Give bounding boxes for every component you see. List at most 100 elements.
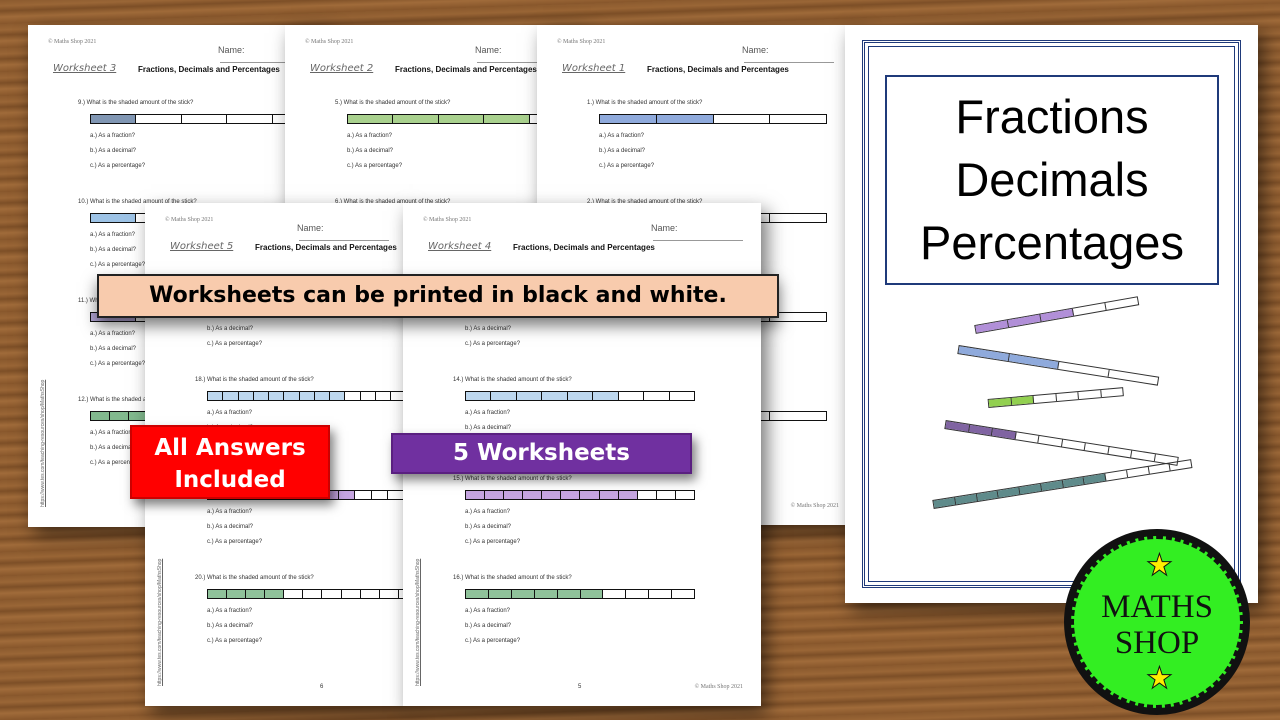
question: 1.) What is the shaded amount of the sti…: [587, 100, 827, 169]
sub-question: b.) As a decimal?: [465, 524, 512, 530]
stick-segment-shaded: [466, 590, 489, 598]
maths-shop-logo: ★ MATHS SHOP ★: [1064, 529, 1250, 715]
stick-segment: [649, 590, 673, 598]
question-text: 20.) What is the shaded amount of the st…: [195, 575, 314, 581]
stick-segment: [770, 115, 826, 123]
worksheet-title: Fractions, Decimals and Percentages: [395, 65, 537, 74]
question: 9.) What is the shaded amount of the sti…: [78, 100, 318, 169]
answers-line-2: Included: [174, 467, 286, 493]
stick-segment-shaded: [330, 392, 346, 400]
stick-segment-shaded: [557, 590, 581, 598]
stick-segment-shaded: [208, 392, 224, 400]
stick-segment-shaded: [1011, 396, 1035, 405]
stick-segment-shaded: [466, 392, 492, 400]
fraction-stick: [207, 589, 407, 599]
stick-segment-shaded: [265, 590, 285, 598]
stick-segment-shaded: [534, 590, 558, 598]
stick-segment: [1055, 392, 1079, 402]
stick-segment-shaded: [208, 590, 228, 598]
stick-segment: [388, 491, 405, 499]
stick-segment-shaded: [523, 491, 543, 499]
fraction-stick: [599, 114, 827, 124]
stick-segment-shaded: [238, 392, 254, 400]
worksheet-number: Worksheet 2: [310, 63, 374, 74]
worksheet-title: Fractions, Decimals and Percentages: [138, 65, 280, 74]
sub-question: a.) As a fraction?: [90, 133, 136, 139]
sub-question: b.) As a decimal?: [90, 148, 137, 154]
name-line: [744, 62, 834, 63]
stick-segment: [770, 214, 826, 222]
stick-segment-shaded: [580, 590, 604, 598]
sub-question: a.) As a fraction?: [207, 509, 253, 515]
stick-segment: [303, 590, 323, 598]
stick-segment-shaded: [338, 491, 356, 499]
stick-segment: [355, 491, 372, 499]
stick-segment-shaded: [223, 392, 239, 400]
stick-segment: [714, 115, 771, 123]
question: 16.) What is the shaded amount of the st…: [453, 575, 695, 644]
answers-line-1: All Answers: [154, 435, 306, 461]
fraction-stick: [90, 114, 318, 124]
fraction-stick: [465, 589, 695, 599]
page-number: 5: [578, 684, 582, 690]
stick-segment-shaded: [988, 397, 1012, 407]
stick-segment-shaded: [284, 392, 300, 400]
copyright: © Maths Shop 2021: [48, 39, 97, 45]
stick-segment-shaded: [504, 491, 524, 499]
stick-segment: [361, 590, 380, 598]
question-text: 15.) What is the shaded amount of the st…: [453, 476, 572, 482]
stick-segment: [284, 590, 304, 598]
sub-question: c.) As a percentage?: [207, 539, 263, 545]
stick-segment-shaded: [593, 392, 619, 400]
stick-segment: [182, 115, 228, 123]
page-number: 6: [320, 684, 324, 690]
sub-question: b.) As a decimal?: [207, 326, 254, 332]
stick-segment-shaded: [567, 392, 594, 400]
worksheet-title: Fractions, Decimals and Percentages: [647, 65, 789, 74]
stick-segment: [676, 491, 694, 499]
resource-url: https://www.tes.com/teaching-resources/s…: [40, 379, 46, 507]
print-banner: Worksheets can be printed in black and w…: [97, 274, 779, 318]
worksheet-title: Fractions, Decimals and Percentages: [255, 243, 397, 252]
worksheet-title: Fractions, Decimals and Percentages: [513, 243, 655, 252]
sub-question: c.) As a percentage?: [90, 163, 146, 169]
resource-url: https://www.tes.com/teaching-resources/s…: [415, 558, 421, 686]
sub-question: c.) As a percentage?: [465, 539, 521, 545]
cover-title-line: Decimals: [955, 153, 1149, 206]
stick-segment: [1078, 390, 1102, 400]
copyright: © Maths Shop 2021: [305, 39, 354, 45]
stick-segment-shaded: [91, 115, 137, 123]
sub-question: a.) As a fraction?: [599, 133, 645, 139]
name-line: [653, 240, 743, 241]
sub-question: c.) As a percentage?: [207, 341, 263, 347]
footer-copyright: © Maths Shop 2021: [790, 503, 839, 509]
cover-title: Fractions Decimals Percentages: [885, 75, 1219, 285]
stick-segment-shaded: [227, 590, 247, 598]
stick-segment: [136, 115, 182, 123]
copyright: © Maths Shop 2021: [557, 39, 606, 45]
resource-url: https://www.tes.com/teaching-resources/s…: [157, 558, 163, 686]
star-icon: ★: [1146, 549, 1174, 582]
question: 20.) What is the shaded amount of the st…: [195, 575, 407, 644]
stick-segment-shaded: [516, 392, 543, 400]
stick-segment-shaded: [314, 392, 331, 400]
sub-question: a.) As a fraction?: [207, 608, 253, 614]
question-text: 18.) What is the shaded amount of the st…: [195, 377, 314, 383]
stick-segment-shaded: [466, 491, 486, 499]
stick-segment-shaded: [600, 115, 657, 123]
sub-question: c.) As a percentage?: [465, 638, 521, 644]
sub-question: c.) As a percentage?: [465, 341, 521, 347]
stick-segment-shaded: [91, 412, 111, 420]
stick-segment-shaded: [618, 491, 638, 499]
fraction-stick: [207, 391, 407, 401]
stick-segment-shaded: [246, 590, 266, 598]
footer-copyright: © Maths Shop 2021: [694, 684, 743, 690]
stick-segment: [619, 392, 645, 400]
stick-segment: [227, 115, 273, 123]
stick-segment: [376, 392, 392, 400]
sub-question: b.) As a decimal?: [599, 148, 646, 154]
stick-segment-shaded: [393, 115, 439, 123]
stick-segment-shaded: [491, 392, 517, 400]
sub-question: a.) As a fraction?: [465, 509, 511, 515]
fraction-stick: [465, 490, 695, 500]
